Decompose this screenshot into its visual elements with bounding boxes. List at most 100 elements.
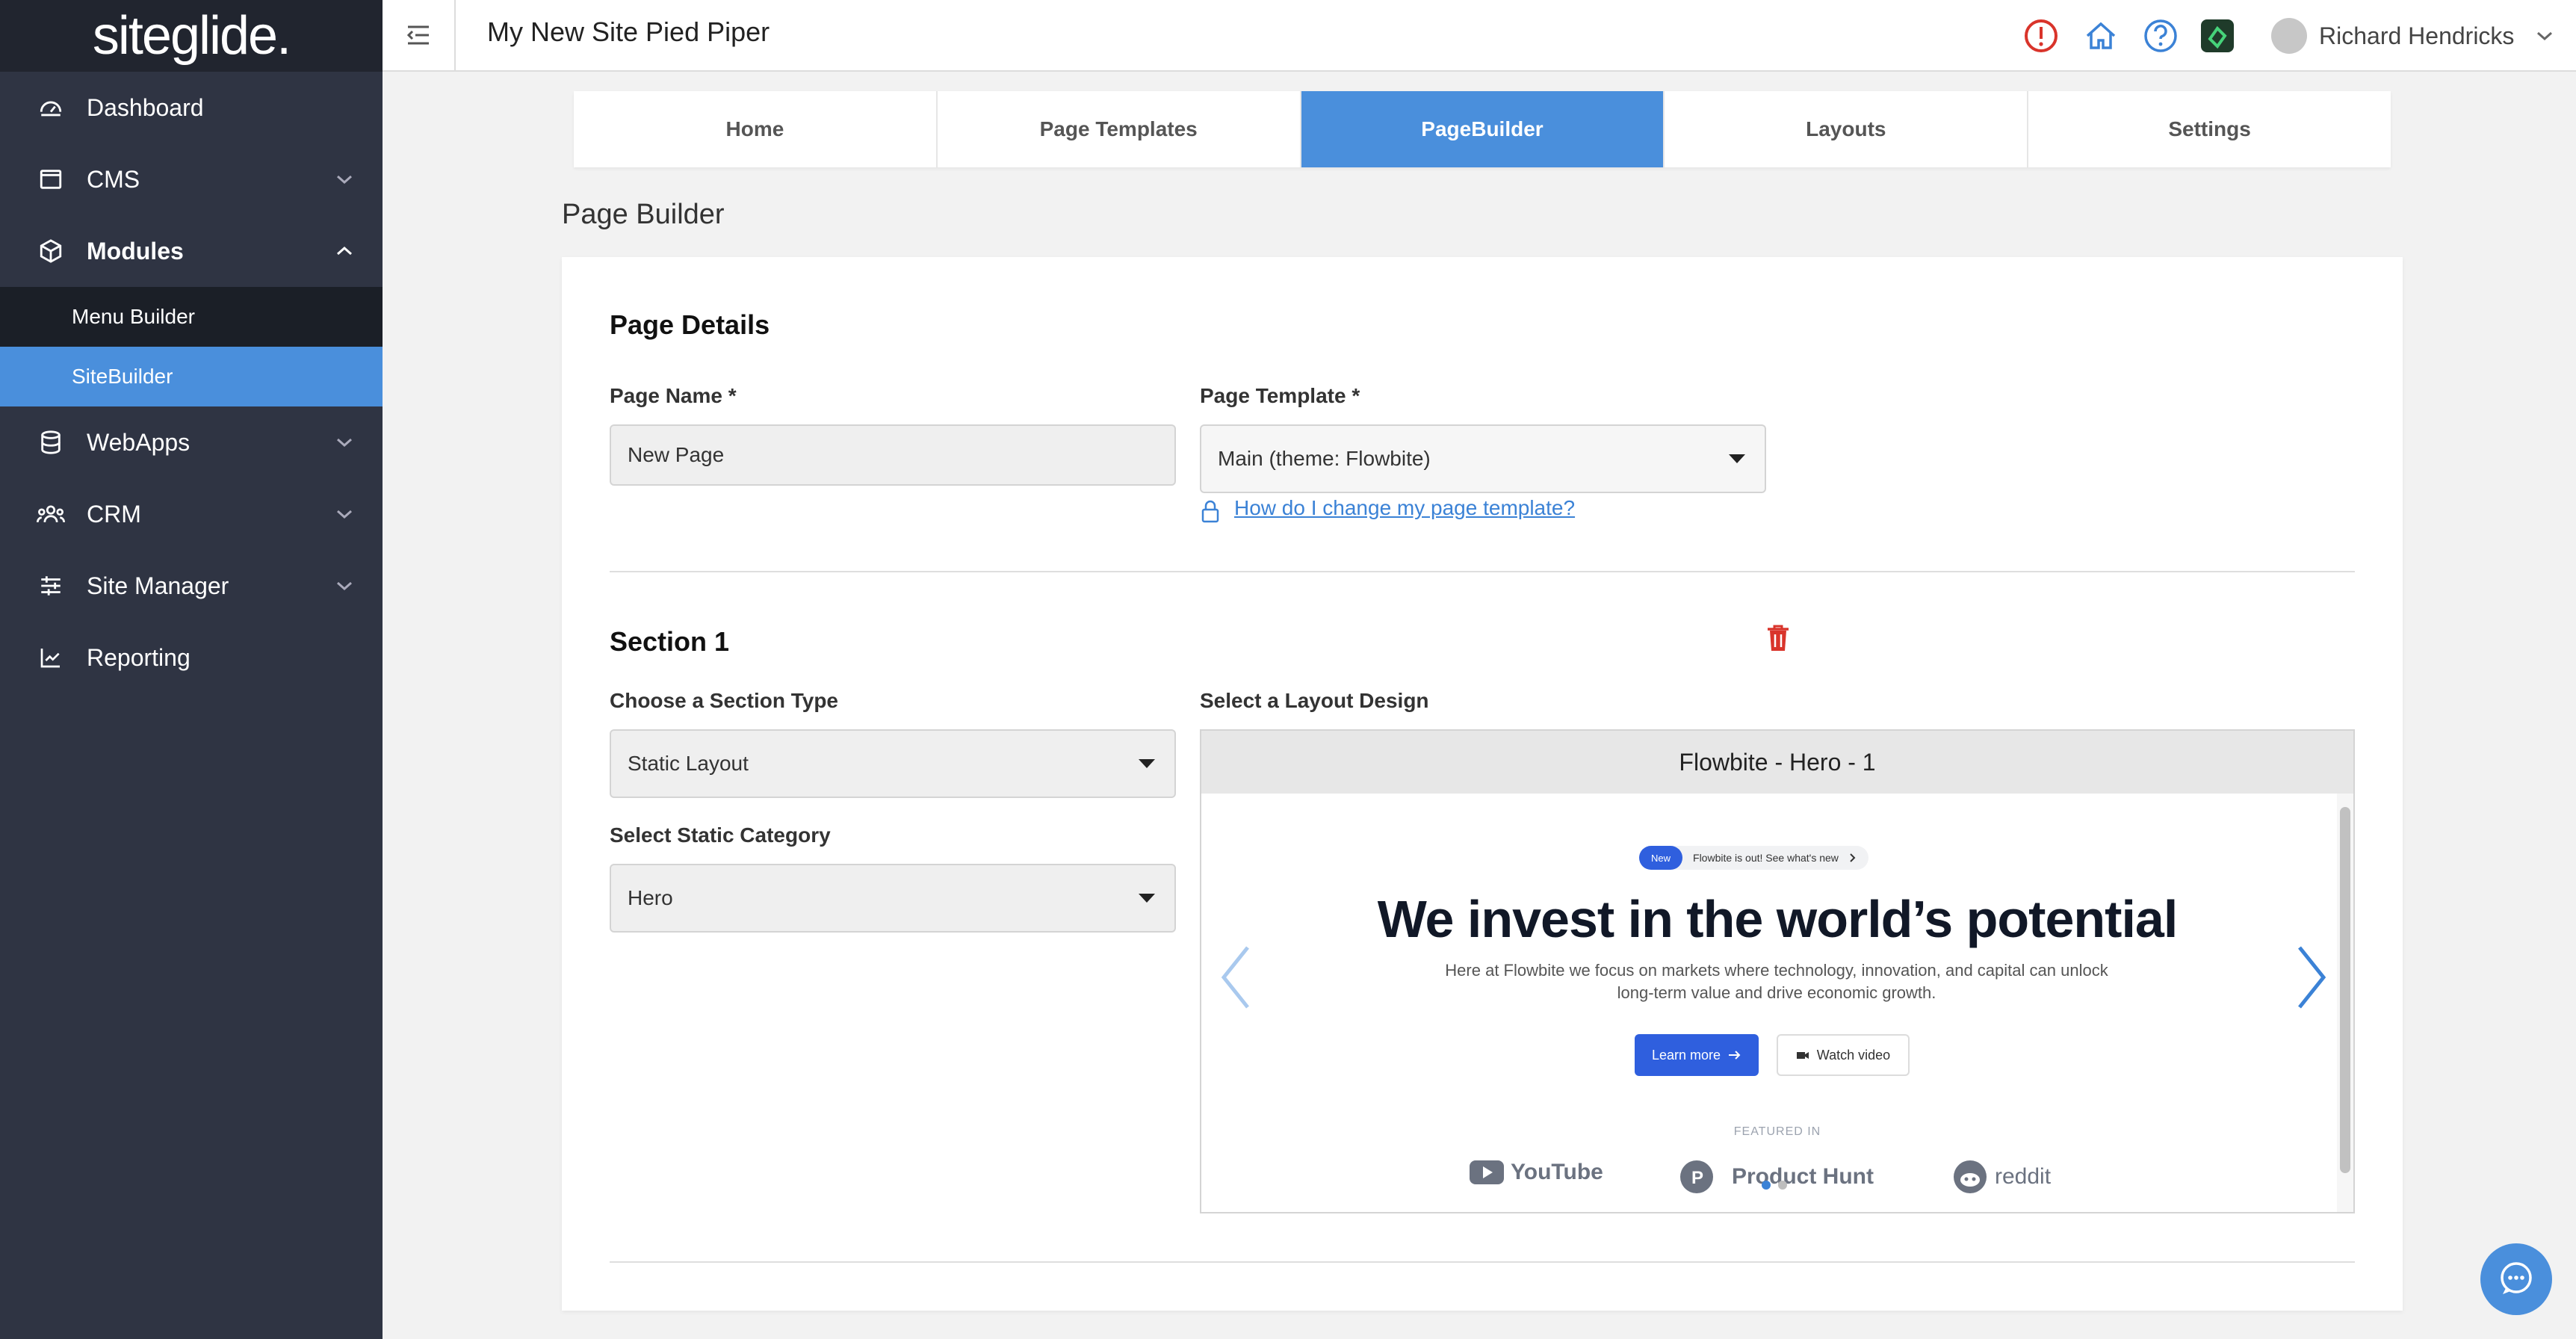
delete-section-icon[interactable] bbox=[1765, 623, 1792, 653]
brand-name: Product Hunt bbox=[1732, 1164, 1874, 1189]
page-title: Page Builder bbox=[562, 199, 725, 230]
learn-more-label: Learn more bbox=[1651, 1047, 1721, 1063]
tab-pagebuilder[interactable]: PageBuilder bbox=[1301, 91, 1665, 167]
product-hunt-icon: P bbox=[1680, 1160, 1713, 1193]
caret-down-icon bbox=[1729, 454, 1745, 463]
section-type-label: Choose a Section Type bbox=[610, 689, 838, 712]
dashboard-icon bbox=[36, 93, 66, 123]
carousel-prev-arrow-icon[interactable] bbox=[1213, 940, 1258, 1015]
database-icon bbox=[36, 427, 66, 457]
page-template-value: Main (theme: Flowbite) bbox=[1218, 447, 1431, 470]
page-template-label: Page Template * bbox=[1200, 384, 1360, 407]
tab-settings[interactable]: Settings bbox=[2028, 91, 2391, 167]
announcement-text: Flowbite is out! See what's new bbox=[1693, 852, 1839, 864]
sidebar-item-cms[interactable]: CMS bbox=[0, 143, 383, 215]
svg-text:P: P bbox=[1691, 1168, 1703, 1188]
youtube-logo: YouTube bbox=[1469, 1160, 1603, 1185]
page-name-input[interactable]: New Page bbox=[610, 424, 1176, 486]
chevron-down-icon bbox=[337, 581, 352, 591]
sidebar-item-label: Site Manager bbox=[87, 572, 229, 599]
sidebar-item-webapps[interactable]: WebApps bbox=[0, 406, 383, 478]
app-switch-icon[interactable] bbox=[2199, 18, 2235, 54]
preview-scrollbar[interactable] bbox=[2337, 794, 2353, 1212]
static-category-value: Hero bbox=[628, 886, 673, 909]
watch-video-button: Watch video bbox=[1777, 1034, 1910, 1076]
chat-button[interactable] bbox=[2480, 1243, 2552, 1315]
learn-more-button: Learn more bbox=[1635, 1034, 1759, 1076]
chevron-down-icon bbox=[337, 510, 352, 519]
change-template-help-link[interactable]: How do I change my page template? bbox=[1234, 496, 1575, 520]
sidebar-item-label: Reporting bbox=[87, 643, 191, 671]
layout-design-label: Select a Layout Design bbox=[1200, 689, 1429, 712]
tab-layouts[interactable]: Layouts bbox=[1665, 91, 2029, 167]
section-type-select[interactable]: Static Layout bbox=[610, 729, 1176, 798]
cube-icon bbox=[36, 236, 66, 266]
sidebar-subitem-sitebuilder[interactable]: SiteBuilder bbox=[0, 347, 383, 406]
sidebar-item-label: Modules bbox=[87, 237, 184, 265]
modules-submenu: Menu Builder SiteBuilder bbox=[0, 287, 383, 406]
sliders-icon bbox=[36, 571, 66, 601]
tab-page-templates[interactable]: Page Templates bbox=[938, 91, 1301, 167]
divider bbox=[610, 1261, 2355, 1263]
collapse-sidebar-button[interactable] bbox=[383, 0, 456, 70]
reddit-logo: reddit bbox=[1953, 1160, 2051, 1194]
sidebar-subitem-menu-builder[interactable]: Menu Builder bbox=[0, 287, 383, 347]
sidebar-item-label: CMS bbox=[87, 165, 140, 193]
page-template-select[interactable]: Main (theme: Flowbite) bbox=[1200, 424, 1766, 493]
sidebar-item-crm[interactable]: CRM bbox=[0, 478, 383, 550]
user-name: Richard Hendricks bbox=[2319, 22, 2515, 49]
arrow-right-icon bbox=[1729, 1051, 1741, 1060]
carousel-next-arrow-icon[interactable] bbox=[2289, 940, 2334, 1015]
carousel-dot-active[interactable] bbox=[1762, 1181, 1771, 1190]
chevron-down-icon bbox=[337, 438, 352, 448]
chat-icon bbox=[2501, 1262, 2532, 1294]
caret-down-icon bbox=[1139, 894, 1155, 903]
sidebar-item-reporting[interactable]: Reporting bbox=[0, 622, 383, 693]
users-icon bbox=[36, 499, 66, 529]
page-details-title: Page Details bbox=[610, 309, 770, 340]
caret-down-icon bbox=[1139, 759, 1155, 768]
page-builder-card: Page Details Page Name * New Page Page T… bbox=[562, 257, 2403, 1311]
new-badge: New bbox=[1639, 846, 1683, 870]
section-type-value: Static Layout bbox=[628, 752, 749, 775]
divider bbox=[610, 571, 2355, 572]
static-category-label: Select Static Category bbox=[610, 823, 831, 847]
page-name-label: Page Name * bbox=[610, 384, 737, 407]
tab-home[interactable]: Home bbox=[574, 91, 938, 167]
top-header: My New Site Pied Piper Richard Hendricks bbox=[383, 0, 2576, 72]
user-menu[interactable]: Richard Hendricks bbox=[2271, 18, 2554, 54]
avatar bbox=[2271, 18, 2307, 54]
menu-collapse-icon bbox=[406, 25, 429, 45]
layout-preview-body: New Flowbite is out! See what's new We i… bbox=[1201, 794, 2353, 1212]
hero-text: Here at Flowbite we focus on markets whe… bbox=[1445, 961, 2108, 1002]
section-title: Section 1 bbox=[610, 626, 730, 657]
video-camera-icon bbox=[1796, 1052, 1809, 1059]
chart-icon bbox=[36, 643, 66, 672]
static-category-select[interactable]: Hero bbox=[610, 864, 1176, 933]
sidebar-item-label: WebApps bbox=[87, 428, 191, 456]
page-name-value: New Page bbox=[628, 443, 725, 466]
brand-name: reddit bbox=[1995, 1164, 2052, 1189]
chevron-right-icon bbox=[1850, 853, 1856, 862]
scrollbar-thumb[interactable] bbox=[2340, 807, 2350, 1173]
sidebar-item-modules[interactable]: Modules bbox=[0, 215, 383, 287]
reddit-icon bbox=[1954, 1160, 1987, 1193]
hero-title: We invest in the world’s potential bbox=[1377, 890, 2179, 948]
announcement-pill: New Flowbite is out! See what's new bbox=[1639, 846, 1868, 870]
home-icon[interactable] bbox=[2083, 18, 2119, 54]
sidebar-item-site-manager[interactable]: Site Manager bbox=[0, 550, 383, 622]
site-title: My New Site Pied Piper bbox=[487, 16, 770, 47]
help-icon[interactable] bbox=[2143, 18, 2179, 54]
youtube-icon bbox=[1470, 1160, 1504, 1184]
siteglide-logo[interactable]: siteglide. bbox=[0, 0, 383, 72]
sidebar-item-label: CRM bbox=[87, 500, 141, 528]
sidebar: siteglide. Dashboard CMS Modules Menu Bu… bbox=[0, 0, 383, 1339]
carousel-dot[interactable] bbox=[1778, 1181, 1787, 1190]
lock-icon bbox=[1201, 500, 1219, 523]
alert-icon[interactable] bbox=[2023, 18, 2059, 54]
featured-in-label: FEATURED IN bbox=[1733, 1125, 1821, 1138]
sidebar-item-dashboard[interactable]: Dashboard bbox=[0, 72, 383, 143]
chevron-down-icon bbox=[337, 175, 352, 185]
cms-icon bbox=[36, 164, 66, 194]
layout-preview-carousel[interactable]: Flowbite - Hero - 1 New Flowbite is out!… bbox=[1200, 729, 2355, 1213]
